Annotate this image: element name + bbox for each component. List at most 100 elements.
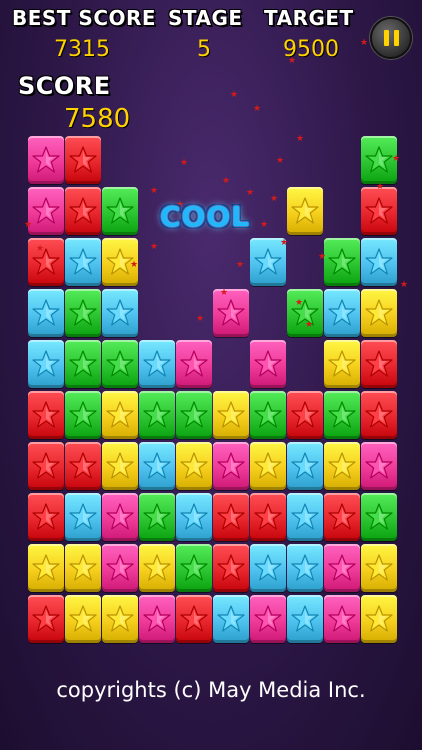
star-tile-green[interactable]	[139, 391, 175, 439]
game-board	[0, 0, 422, 750]
star-icon	[69, 146, 97, 173]
star-tile-yellow[interactable]	[139, 544, 175, 592]
star-tile-red[interactable]	[287, 391, 323, 439]
copyright-text: copyrights (c) May Media Inc.	[56, 678, 366, 702]
star-tile-green[interactable]	[102, 340, 138, 388]
star-tile-green[interactable]	[102, 187, 138, 235]
star-tile-red[interactable]	[361, 187, 397, 235]
combo-popup-text: COOL	[160, 200, 250, 233]
star-tile-blue[interactable]	[102, 289, 138, 337]
star-tile-yellow[interactable]	[361, 544, 397, 592]
star-tile-yellow[interactable]	[102, 595, 138, 643]
star-tile-yellow[interactable]	[324, 442, 360, 490]
star-tile-blue[interactable]	[213, 595, 249, 643]
star-icon	[365, 503, 393, 530]
star-tile-pink[interactable]	[176, 340, 212, 388]
star-icon	[254, 350, 282, 377]
star-tile-yellow[interactable]	[361, 289, 397, 337]
star-tile-blue[interactable]	[361, 238, 397, 286]
star-icon	[106, 197, 134, 224]
star-tile-red[interactable]	[324, 493, 360, 541]
star-tile-green[interactable]	[65, 340, 101, 388]
star-icon	[365, 146, 393, 173]
star-tile-pink[interactable]	[324, 595, 360, 643]
star-tile-green[interactable]	[324, 238, 360, 286]
star-tile-blue[interactable]	[324, 289, 360, 337]
star-tile-red[interactable]	[28, 493, 64, 541]
star-tile-blue[interactable]	[65, 238, 101, 286]
star-icon	[143, 401, 171, 428]
sparkle-icon: ★	[305, 320, 314, 330]
star-tile-red[interactable]	[361, 391, 397, 439]
star-tile-pink[interactable]	[213, 289, 249, 337]
star-tile-red[interactable]	[176, 595, 212, 643]
star-tile-pink[interactable]	[324, 544, 360, 592]
star-tile-red[interactable]	[213, 544, 249, 592]
star-tile-pink[interactable]	[28, 187, 64, 235]
star-tile-green[interactable]	[176, 391, 212, 439]
star-tile-yellow[interactable]	[213, 391, 249, 439]
star-tile-blue[interactable]	[176, 493, 212, 541]
star-icon	[254, 605, 282, 632]
star-tile-blue[interactable]	[65, 493, 101, 541]
sparkle-icon: ★	[253, 104, 262, 114]
star-icon	[328, 299, 356, 326]
star-tile-red[interactable]	[65, 187, 101, 235]
star-tile-red[interactable]	[250, 493, 286, 541]
star-tile-pink[interactable]	[213, 442, 249, 490]
star-tile-blue[interactable]	[287, 493, 323, 541]
star-tile-green[interactable]	[176, 544, 212, 592]
star-tile-red[interactable]	[28, 391, 64, 439]
star-tile-red[interactable]	[65, 442, 101, 490]
star-tile-yellow[interactable]	[102, 442, 138, 490]
star-tile-red[interactable]	[65, 136, 101, 184]
star-tile-red[interactable]	[213, 493, 249, 541]
star-tile-yellow[interactable]	[250, 442, 286, 490]
sparkle-icon: ★	[130, 260, 139, 270]
star-tile-yellow[interactable]	[102, 391, 138, 439]
star-tile-pink[interactable]	[102, 493, 138, 541]
star-tile-green[interactable]	[139, 493, 175, 541]
star-tile-pink[interactable]	[250, 340, 286, 388]
star-tile-yellow[interactable]	[65, 595, 101, 643]
star-tile-blue[interactable]	[139, 340, 175, 388]
star-icon	[328, 452, 356, 479]
star-icon	[217, 452, 245, 479]
star-icon	[69, 401, 97, 428]
star-tile-blue[interactable]	[287, 595, 323, 643]
star-icon	[217, 401, 245, 428]
star-tile-red[interactable]	[28, 238, 64, 286]
star-tile-blue[interactable]	[139, 442, 175, 490]
star-icon	[32, 299, 60, 326]
star-icon	[328, 248, 356, 275]
star-tile-pink[interactable]	[361, 442, 397, 490]
star-tile-yellow[interactable]	[324, 340, 360, 388]
star-tile-pink[interactable]	[250, 595, 286, 643]
star-tile-red[interactable]	[361, 340, 397, 388]
star-tile-red[interactable]	[28, 595, 64, 643]
star-icon	[291, 554, 319, 581]
star-tile-green[interactable]	[361, 493, 397, 541]
star-tile-blue[interactable]	[28, 340, 64, 388]
star-tile-blue[interactable]	[250, 544, 286, 592]
star-icon	[32, 605, 60, 632]
star-tile-yellow[interactable]	[287, 187, 323, 235]
star-tile-blue[interactable]	[287, 544, 323, 592]
star-tile-blue[interactable]	[287, 442, 323, 490]
star-tile-red[interactable]	[28, 442, 64, 490]
star-tile-yellow[interactable]	[65, 544, 101, 592]
star-tile-green[interactable]	[65, 289, 101, 337]
star-tile-pink[interactable]	[139, 595, 175, 643]
star-tile-yellow[interactable]	[28, 544, 64, 592]
star-tile-green[interactable]	[324, 391, 360, 439]
star-icon	[143, 605, 171, 632]
star-tile-green[interactable]	[250, 391, 286, 439]
star-icon	[254, 248, 282, 275]
star-tile-yellow[interactable]	[176, 442, 212, 490]
star-tile-green[interactable]	[65, 391, 101, 439]
star-tile-yellow[interactable]	[361, 595, 397, 643]
star-icon	[106, 503, 134, 530]
star-tile-pink[interactable]	[102, 544, 138, 592]
star-tile-pink[interactable]	[28, 136, 64, 184]
star-tile-blue[interactable]	[28, 289, 64, 337]
